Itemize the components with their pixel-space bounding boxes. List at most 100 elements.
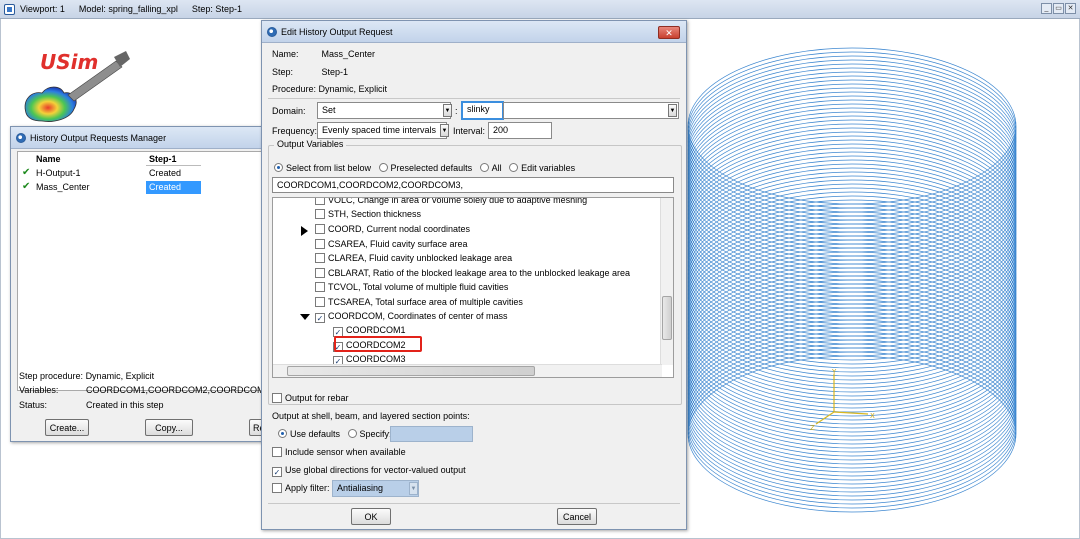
checkbox[interactable] xyxy=(315,253,325,263)
edit-history-output-request-dialog: Edit History Output Request ✕ Name: Mass… xyxy=(261,20,687,530)
tree-item-sth[interactable]: STH, Section thickness xyxy=(315,209,421,219)
tree-item-label: COORDCOM3 xyxy=(346,354,406,364)
checkbox[interactable] xyxy=(315,209,325,219)
minimize-icon[interactable]: _ xyxy=(1041,3,1052,14)
requests-table[interactable]: Name Step-1 ✔ H-Output-1 Created ✔ Mass_… xyxy=(17,151,271,391)
checkbox[interactable] xyxy=(272,483,282,493)
include-sensor-label: Include sensor when available xyxy=(285,447,406,457)
column-step: Step-1 xyxy=(146,153,201,166)
radio-selected-icon xyxy=(274,163,283,172)
highlight-annotation xyxy=(334,336,422,352)
usim-logo: USim xyxy=(18,47,138,127)
radio-preselected-defaults[interactable]: Preselected defaults xyxy=(378,163,473,173)
expand-arrow-icon[interactable] xyxy=(301,226,308,236)
radio-specify[interactable]: Specify: xyxy=(347,429,392,439)
radio-select-from-list[interactable]: Select from list below xyxy=(274,163,371,173)
checkbox[interactable] xyxy=(315,282,325,292)
name-value: Mass_Center xyxy=(321,49,376,59)
create-button[interactable]: Create... xyxy=(45,419,89,436)
filter-select[interactable]: Antialiasing xyxy=(332,480,419,497)
name-row: Name: Mass_Center xyxy=(272,49,375,59)
table-row[interactable]: ✔ Mass_Center Created xyxy=(18,181,272,195)
row-status[interactable]: Created xyxy=(146,181,201,194)
apply-filter-option[interactable]: Apply filter: xyxy=(272,483,330,493)
procedure-info: Step procedure: Dynamic, Explicit xyxy=(19,371,154,381)
step-label: Step: xyxy=(272,67,294,77)
separator xyxy=(268,503,680,504)
tree-item-csarea[interactable]: CSAREA, Fluid cavity surface area xyxy=(315,239,468,249)
ok-button[interactable]: OK xyxy=(351,508,391,525)
copy-button[interactable]: Copy... xyxy=(145,419,193,436)
global-directions-option[interactable]: ✓ Use global directions for vector-valued… xyxy=(272,465,466,477)
radio-use-defaults[interactable]: Use defaults xyxy=(278,429,340,439)
include-sensor-option[interactable]: Include sensor when available xyxy=(272,447,406,457)
checkbox[interactable] xyxy=(315,239,325,249)
scrollbar-thumb[interactable] xyxy=(287,366,535,376)
status-info: Status: Created in this step xyxy=(19,400,164,410)
tree-item-volc[interactable]: VOLC, Change in area or volume solely du… xyxy=(315,197,588,205)
frequency-select[interactable]: Evenly spaced time intervals xyxy=(317,122,447,139)
column-name: Name xyxy=(36,154,61,164)
chevron-down-icon[interactable]: ▼ xyxy=(440,124,449,137)
row-status[interactable]: Created xyxy=(146,167,201,180)
collapse-arrow-icon[interactable] xyxy=(300,314,310,320)
checkbox[interactable] xyxy=(315,297,325,307)
table-row[interactable]: ✔ H-Output-1 Created xyxy=(18,167,272,181)
manager-titlebar[interactable]: History Output Requests Manager xyxy=(11,127,275,149)
specify-input[interactable] xyxy=(390,426,473,442)
tree-item-coord[interactable]: COORD, Current nodal coordinates xyxy=(315,224,470,234)
interval-input[interactable]: 200 xyxy=(488,122,552,139)
output-variables-tree[interactable]: VOLC, Change in area or volume solely du… xyxy=(272,197,674,378)
restore-icon[interactable]: ▭ xyxy=(1053,3,1064,14)
radio-edit-label: Edit variables xyxy=(521,163,576,173)
horizontal-scrollbar[interactable] xyxy=(273,364,662,377)
step-label: Step: Step-1 xyxy=(191,4,242,14)
model-label: Model: spring_falling_xpl xyxy=(78,4,178,14)
specify-label: Specify: xyxy=(359,429,392,439)
checkbox[interactable] xyxy=(315,268,325,278)
axis-triad-icon: Y X Z xyxy=(810,368,875,432)
close-icon[interactable]: ✕ xyxy=(658,26,680,39)
domain-label: Domain: xyxy=(272,106,306,116)
variables-value: COORDCOM1,COORDCOM2,COORDCOM3, xyxy=(86,385,273,395)
app-icon xyxy=(267,26,277,37)
tree-item-tcsarea[interactable]: TCSAREA, Total surface area of multiple … xyxy=(315,297,523,307)
use-defaults-label: Use defaults xyxy=(290,429,341,439)
radio-preselected-label: Preselected defaults xyxy=(390,163,473,173)
set-dropdown-field[interactable] xyxy=(503,102,679,119)
chevron-down-icon[interactable]: ▼ xyxy=(668,104,677,117)
variables-text-field[interactable]: COORDCOM1,COORDCOM2,COORDCOM3, xyxy=(272,177,674,193)
radio-edit-variables[interactable]: Edit variables xyxy=(509,163,575,173)
tree-item-tcvol[interactable]: TCVOL, Total volume of multiple fluid ca… xyxy=(315,282,508,292)
tree-item-label: COORDCOM, Coordinates of center of mass xyxy=(328,311,508,321)
checkbox-checked[interactable]: ✓ xyxy=(272,467,282,477)
tree-item-coordcom[interactable]: ✓ COORDCOM, Coordinates of center of mass xyxy=(315,311,508,323)
tree-item-label: CSAREA, Fluid cavity surface area xyxy=(328,239,468,249)
scrollbar-thumb[interactable] xyxy=(662,296,672,340)
edit-title: Edit History Output Request xyxy=(281,26,393,37)
output-rebar-option[interactable]: Output for rebar xyxy=(272,393,349,403)
edit-titlebar[interactable]: Edit History Output Request ✕ xyxy=(262,21,686,43)
tree-item-label: COORD, Current nodal coordinates xyxy=(328,224,471,234)
checkbox[interactable] xyxy=(272,393,282,403)
checkbox[interactable] xyxy=(272,447,282,457)
radio-icon xyxy=(378,163,388,172)
svg-text:X: X xyxy=(870,412,875,420)
chevron-down-icon[interactable]: ▼ xyxy=(409,482,418,495)
checkbox[interactable] xyxy=(315,198,325,205)
tree-item-cblarat[interactable]: CBLARAT, Ratio of the blocked leakage ar… xyxy=(315,268,630,278)
checkbox[interactable] xyxy=(315,224,325,234)
set-name-input[interactable]: slinky xyxy=(461,101,504,120)
close-icon[interactable]: ✕ xyxy=(1065,3,1076,14)
radio-all[interactable]: All xyxy=(479,163,502,173)
name-label: Name: xyxy=(272,49,299,59)
tree-item-clarea[interactable]: CLAREA, Fluid cavity unblocked leakage a… xyxy=(315,253,512,263)
checkbox-checked[interactable]: ✓ xyxy=(315,313,325,323)
cancel-button[interactable]: Cancel xyxy=(557,508,597,525)
chevron-down-icon[interactable]: ▼ xyxy=(443,104,452,117)
variable-source-radios: Select from list below Preselected defau… xyxy=(274,163,575,173)
vertical-scrollbar[interactable] xyxy=(660,198,673,365)
check-icon: ✔ xyxy=(22,181,31,192)
tree-item-label: VOLC, Change in area or volume solely du… xyxy=(328,197,588,205)
domain-select[interactable]: Set xyxy=(317,102,451,119)
